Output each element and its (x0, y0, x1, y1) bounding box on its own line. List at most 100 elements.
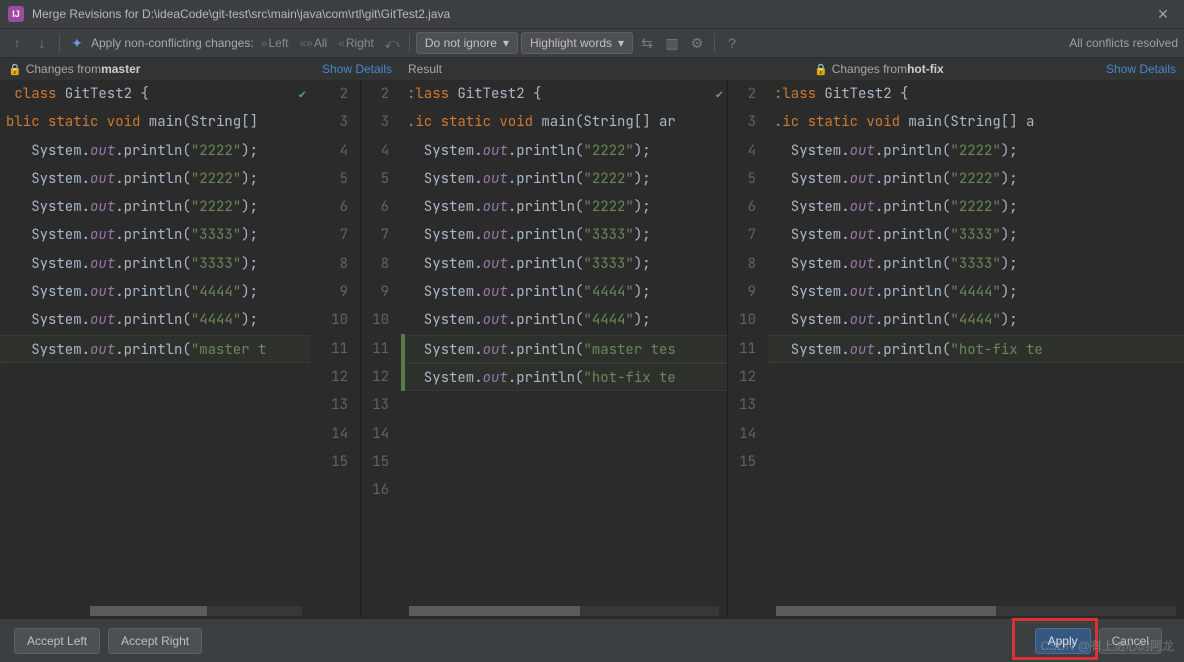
pane-headers: 🔒 Changes from master Show Details Resul… (0, 58, 1184, 80)
window-title: Merge Revisions for D:\ideaCode\git-test… (32, 7, 1150, 21)
line-number: 12 (310, 363, 360, 391)
code-line: System.out.println("2222"); (0, 193, 310, 221)
footer: Accept Left Accept Right Apply Cancel (0, 618, 1184, 662)
line-number: 8 (728, 250, 768, 278)
revert-icon[interactable]: ⤺ (381, 32, 403, 54)
code-line: System.out.println("3333"); (0, 250, 310, 278)
code-line: System.out.println("master tes (401, 335, 727, 363)
line-number: 2 (728, 80, 768, 108)
separator (59, 34, 60, 52)
code-line: System.out.println("4444"); (768, 278, 1184, 306)
left-header-prefix: Changes from (26, 62, 101, 76)
separator (714, 34, 715, 52)
left-branch: master (101, 62, 140, 76)
code-line: System.out.println("2222"); (401, 193, 727, 221)
line-number: 6 (361, 193, 401, 221)
line-number: 13 (310, 391, 360, 419)
code-line: :lass GitTest2 { (401, 80, 727, 108)
line-number: 6 (728, 193, 768, 221)
accept-left-button[interactable]: Accept Left (14, 628, 100, 654)
line-number: 15 (361, 448, 401, 476)
line-number: 11 (728, 335, 768, 363)
code-line: System.out.println("2222"); (768, 137, 1184, 165)
line-number: 6 (310, 193, 360, 221)
line-number: 14 (361, 420, 401, 448)
apply-right-button[interactable]: «Right (338, 36, 374, 50)
line-number: 10 (728, 306, 768, 334)
left-code-pane[interactable]: ✔ class GitTest2 { blic static void main… (0, 80, 310, 620)
app-icon: IJ (8, 6, 24, 22)
line-number: 10 (310, 306, 360, 334)
line-number: 16 (361, 476, 401, 504)
line-number: 15 (728, 448, 768, 476)
chevrons-left-icon: « (338, 36, 345, 50)
result-code-pane[interactable]: ✔ :lass GitTest2 { .ic static void main(… (401, 80, 727, 620)
code-line: System.out.println("3333"); (401, 250, 727, 278)
line-number: 12 (728, 363, 768, 391)
close-button[interactable]: ✕ (1150, 1, 1176, 27)
sync-scroll-icon[interactable]: ▥ (661, 32, 683, 54)
right-show-details[interactable]: Show Details (1106, 62, 1176, 76)
right-code-pane[interactable]: :lass GitTest2 { .ic static void main(St… (768, 80, 1184, 620)
line-number: 5 (310, 165, 360, 193)
apply-button[interactable]: Apply (1035, 628, 1091, 654)
diff-panes: ✔ class GitTest2 { blic static void main… (0, 80, 1184, 620)
chevron-down-icon: ▾ (618, 36, 624, 50)
magic-wand-icon[interactable]: ✦ (66, 32, 88, 54)
separator (409, 34, 410, 52)
line-number: 4 (728, 137, 768, 165)
code-line: System.out.println("2222"); (768, 165, 1184, 193)
apply-all-button[interactable]: «»All (299, 36, 327, 50)
line-number: 4 (310, 137, 360, 165)
line-number: 3 (728, 108, 768, 136)
accept-right-button[interactable]: Accept Right (108, 628, 202, 654)
cancel-button[interactable]: Cancel (1099, 628, 1162, 654)
apply-left-button[interactable]: »Left (261, 36, 289, 50)
settings-icon[interactable]: ⚙ (686, 32, 708, 54)
next-diff-icon[interactable]: ↓ (31, 32, 53, 54)
line-number: 8 (361, 250, 401, 278)
chevrons-right-icon: » (261, 36, 268, 50)
code-line: System.out.println("2222"); (0, 137, 310, 165)
line-number: 5 (361, 165, 401, 193)
code-line: System.out.println("3333"); (401, 221, 727, 249)
prev-diff-icon[interactable]: ↑ (6, 32, 28, 54)
apply-nonconflicting-label: Apply non-conflicting changes: (91, 36, 254, 50)
code-line: System.out.println("3333"); (0, 221, 310, 249)
horizontal-scrollbar[interactable] (409, 606, 719, 616)
highlight-combo-label: Highlight words (530, 36, 612, 50)
line-number: 2 (310, 80, 360, 108)
line-number: 7 (728, 221, 768, 249)
check-icon: ✔ (716, 82, 723, 110)
highlight-combo[interactable]: Highlight words ▾ (521, 32, 633, 54)
left-show-details[interactable]: Show Details (322, 62, 392, 76)
ignore-combo[interactable]: Do not ignore ▾ (416, 32, 518, 54)
check-icon: ✔ (299, 82, 306, 110)
code-line: System.out.println("4444"); (401, 306, 727, 334)
line-number: 3 (310, 108, 360, 136)
horizontal-scrollbar[interactable] (776, 606, 1176, 616)
code-line: System.out.println("4444"); (0, 278, 310, 306)
titlebar: IJ Merge Revisions for D:\ideaCode\git-t… (0, 0, 1184, 28)
code-line: System.out.println("2222"); (0, 165, 310, 193)
code-line: System.out.println("hot-fix te (401, 363, 727, 391)
chevron-down-icon: ▾ (503, 36, 509, 50)
line-number: 8 (310, 250, 360, 278)
code-line: .ic static void main(String[] ar (401, 108, 727, 136)
line-number: 11 (310, 335, 360, 363)
line-number: 5 (728, 165, 768, 193)
horizontal-scrollbar[interactable] (90, 606, 302, 616)
left-gutter: 2 3 4 5 6 7 8 9 10 11 12 13 14 15 (310, 80, 360, 620)
help-icon[interactable]: ? (721, 32, 743, 54)
mid-gutter: 2 3 4 5 6 7 8 9 10 11 12 13 14 15 16 (361, 80, 401, 620)
line-number: 12 (361, 363, 401, 391)
code-line: System.out.println("3333"); (768, 221, 1184, 249)
code-line: :lass GitTest2 { (768, 80, 1184, 108)
line-number: 14 (728, 420, 768, 448)
code-line: blic static void main(String[] (0, 108, 310, 136)
right-branch: hot-fix (907, 62, 944, 76)
code-line: System.out.println("3333"); (768, 250, 1184, 278)
toolbar: ↑ ↓ ✦ Apply non-conflicting changes: »Le… (0, 28, 1184, 58)
change-marker (401, 334, 405, 391)
collapse-icon[interactable]: ⇆ (636, 32, 658, 54)
